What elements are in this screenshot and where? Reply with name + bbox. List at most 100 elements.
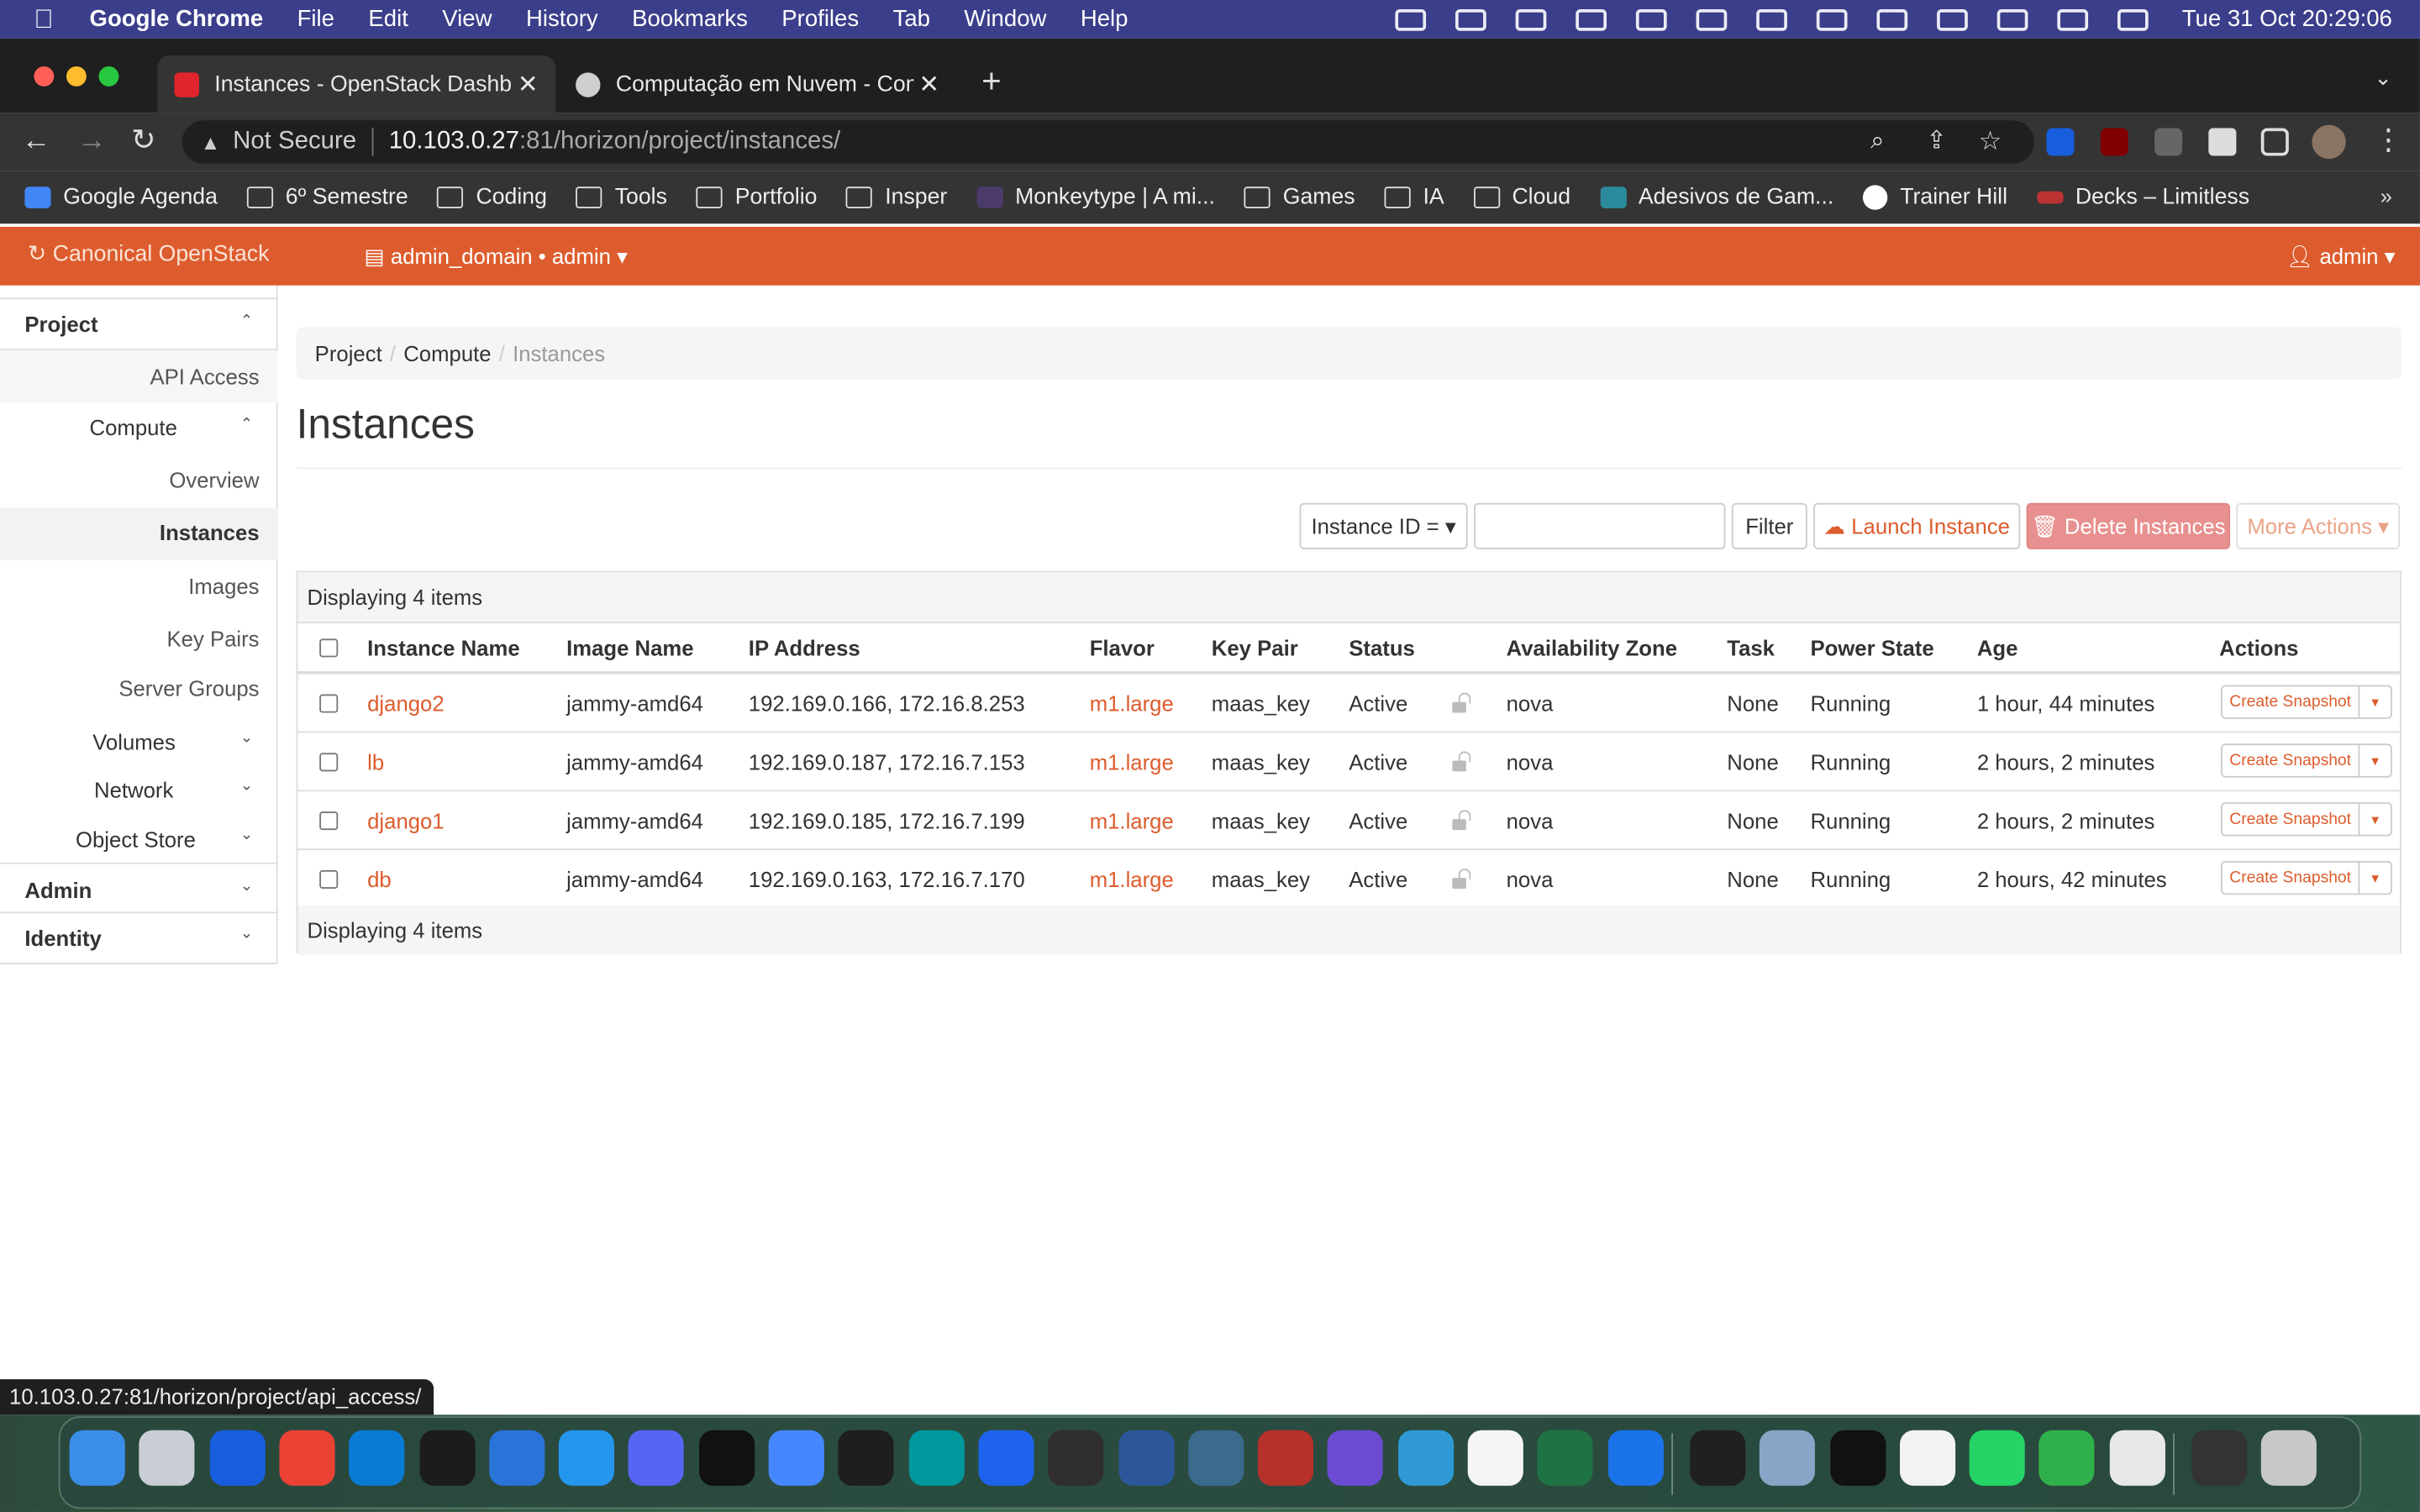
create-snapshot-button[interactable]: Create Snapshot xyxy=(2221,685,2360,719)
mysql-workbench-icon[interactable] xyxy=(1187,1430,1244,1486)
finder-icon[interactable] xyxy=(69,1430,125,1486)
bookmark-monkeytype[interactable]: Monkeytype | A mi... xyxy=(976,185,1215,210)
logitech-icon[interactable] xyxy=(698,1430,755,1486)
robot-icon[interactable] xyxy=(1258,1430,1314,1486)
bluetooth-icon[interactable] xyxy=(1816,8,1848,30)
zoom-magnifier-icon[interactable]: ⌕ xyxy=(1870,127,1884,158)
menu-app-name[interactable]: Google Chrome xyxy=(90,6,264,32)
sidebar-item-images[interactable]: Images xyxy=(0,560,278,612)
col-status[interactable]: Status xyxy=(1349,636,1415,660)
word-icon[interactable] xyxy=(1118,1430,1174,1486)
col-age[interactable]: Age xyxy=(1977,636,2018,660)
flavor-link[interactable]: m1.large xyxy=(1090,750,1174,774)
textedit-icon[interactable] xyxy=(1899,1430,1955,1486)
stage-manager-icon[interactable] xyxy=(1936,8,1968,30)
trash-icon[interactable] xyxy=(2261,1430,2317,1486)
row-actions-caret-icon[interactable]: ▼ xyxy=(2358,802,2392,837)
select-all-checkbox[interactable] xyxy=(319,638,339,658)
docker-desktop-icon[interactable] xyxy=(978,1430,1034,1486)
malwarebytes-status-icon[interactable] xyxy=(1515,8,1547,30)
apple-menu-icon[interactable]:  xyxy=(34,5,61,33)
bookmark-cloud[interactable]: Cloud xyxy=(1473,185,1570,210)
excel-icon[interactable] xyxy=(1537,1430,1594,1486)
bookmark-portfolio[interactable]: Portfolio xyxy=(696,185,817,210)
sidebar-group-object-store[interactable]: Object Store ⌄ xyxy=(0,819,278,862)
filter-button[interactable]: Filter xyxy=(1731,502,1807,549)
flavor-link[interactable]: m1.large xyxy=(1090,808,1174,832)
bookmark-coding[interactable]: Coding xyxy=(437,185,547,210)
create-snapshot-button[interactable]: Create Snapshot xyxy=(2221,860,2360,895)
chrome-icon[interactable] xyxy=(279,1430,335,1486)
instance-name-link[interactable]: lb xyxy=(367,750,384,774)
sidebar-item-key-pairs[interactable]: Key Pairs xyxy=(0,612,278,664)
figma-icon[interactable] xyxy=(838,1430,894,1486)
close-window-button[interactable] xyxy=(34,66,55,87)
user-menu[interactable]: 👤︎ admin ▾ xyxy=(2286,244,2396,270)
instance-name-link[interactable]: db xyxy=(367,867,392,891)
flavor-link[interactable]: m1.large xyxy=(1090,691,1174,716)
instance-name-link[interactable]: django1 xyxy=(367,808,445,832)
bookmark-star-icon[interactable]: ☆ xyxy=(1979,127,2002,158)
sidebar-group-compute[interactable]: Compute ⌃ xyxy=(0,402,278,454)
breadcrumb-project[interactable]: Project xyxy=(315,341,382,365)
launchpad-icon[interactable] xyxy=(139,1430,195,1486)
sidebar-group-volumes[interactable]: Volumes ⌄ xyxy=(0,721,278,770)
project-selector[interactable]: ▤ admin_domain • admin ▾ xyxy=(364,244,628,270)
numbers-icon[interactable] xyxy=(2039,1430,2096,1486)
row-checkbox[interactable] xyxy=(319,753,339,772)
profile-avatar[interactable] xyxy=(2312,124,2346,160)
bookmark-adesivos[interactable]: Adesivos de Gam... xyxy=(1599,185,1833,210)
sidebar-item-overview[interactable]: Overview xyxy=(0,455,278,507)
epic-games-icon[interactable] xyxy=(1689,1430,1746,1486)
bookmark-trainer-hill[interactable]: Trainer Hill xyxy=(1863,185,2007,210)
documents-icon[interactable] xyxy=(2109,1430,2165,1486)
menubar-clock[interactable]: Tue 31 Oct 20:29:06 xyxy=(2182,6,2392,32)
shield-extension-icon[interactable] xyxy=(2154,128,2183,156)
menu-profiles[interactable]: Profiles xyxy=(781,6,859,32)
keyboard-status-icon[interactable] xyxy=(1635,8,1667,30)
dolphin-icon[interactable] xyxy=(1397,1430,1454,1486)
bookmark-google-agenda[interactable]: Google Agenda xyxy=(24,185,218,210)
xcode-icon[interactable] xyxy=(488,1430,544,1486)
display-icon[interactable] xyxy=(1696,8,1727,30)
reload-icon[interactable]: ↻ xyxy=(131,126,155,158)
col-key-pair[interactable]: Key Pair xyxy=(1212,636,1298,660)
battery-icon[interactable] xyxy=(2056,8,2088,30)
volume-icon[interactable] xyxy=(1755,8,1787,30)
menu-file[interactable]: File xyxy=(297,6,334,32)
col-task[interactable]: Task xyxy=(1727,636,1775,660)
docker-icon[interactable] xyxy=(559,1430,615,1486)
menu-view[interactable]: View xyxy=(442,6,492,32)
col-availability-zone[interactable]: Availability Zone xyxy=(1507,636,1677,660)
sidebar-item-instances[interactable]: Instances xyxy=(0,507,278,560)
url-bar[interactable]: ▲ Not Secure 10.103.0.27 :81/horizon/pro… xyxy=(182,120,2034,164)
sidebar-group-network[interactable]: Network ⌄ xyxy=(0,770,278,820)
back-arrow-icon[interactable]: ← xyxy=(22,126,51,158)
bookmark-decks-limitless[interactable]: Decks – Limitless xyxy=(2036,185,2249,210)
menu-tab[interactable]: Tab xyxy=(893,6,930,32)
flavor-link[interactable]: m1.large xyxy=(1090,867,1174,891)
row-checkbox[interactable] xyxy=(319,694,339,713)
tab-search-chevron-icon[interactable]: ⌄ xyxy=(2374,65,2392,91)
bookmark-ia[interactable]: IA xyxy=(1384,185,1444,210)
menu-edit[interactable]: Edit xyxy=(368,6,408,32)
bookmark-insper[interactable]: Insper xyxy=(846,185,947,210)
row-actions-caret-icon[interactable]: ▼ xyxy=(2358,860,2392,895)
brand-logo[interactable]: ↻ Canonical OpenStack xyxy=(28,242,269,266)
row-actions-caret-icon[interactable]: ▼ xyxy=(2358,743,2392,778)
tab-computacao-em-nuvem[interactable]: Computação em Nuvem - Com ✕ xyxy=(559,55,957,113)
breadcrumb-compute[interactable]: Compute xyxy=(403,341,491,365)
close-tab-icon[interactable]: ✕ xyxy=(913,69,944,100)
menu-bookmarks[interactable]: Bookmarks xyxy=(632,6,748,32)
menu-history[interactable]: History xyxy=(526,6,598,32)
discord-icon[interactable] xyxy=(629,1430,685,1486)
row-checkbox[interactable] xyxy=(319,811,339,831)
sidebar-status-icon[interactable] xyxy=(1455,8,1486,30)
col-image-name[interactable]: Image Name xyxy=(566,636,693,660)
chrome-menu-icon[interactable]: ⋮ xyxy=(2374,126,2403,158)
side-panel-icon[interactable] xyxy=(2260,128,2289,156)
menu-help[interactable]: Help xyxy=(1081,6,1128,32)
create-snapshot-button[interactable]: Create Snapshot xyxy=(2221,802,2360,837)
control-center-icon[interactable] xyxy=(2117,8,2149,30)
delete-instances-button[interactable]: 🗑︎ Delete Instances xyxy=(2026,502,2231,549)
